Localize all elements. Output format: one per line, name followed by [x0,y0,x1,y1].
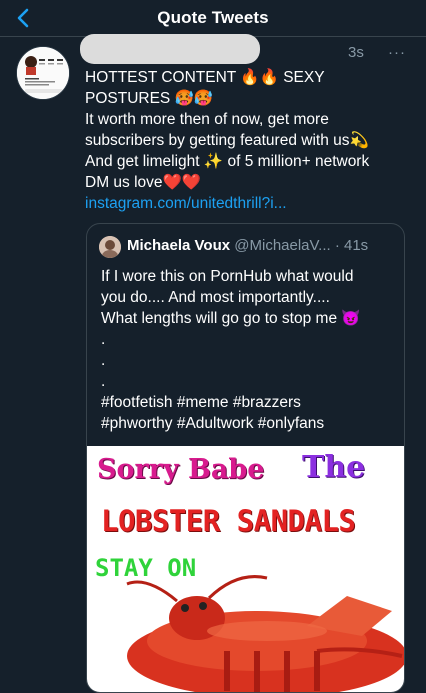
quoted-text-line: . [101,352,106,369]
top-nav-bar: Quote Tweets [0,0,426,37]
media-caption-sorry: Sorry Babe [97,454,265,485]
quoted-author-avatar[interactable] [99,236,121,258]
quoted-text-line: . [101,331,106,348]
quoted-text-line: What lengths will go go to stop me 😈 [101,310,361,327]
quoted-tweet-header: Michaela Voux @MichaelaV... · 41s [127,237,368,254]
quoted-tweet-card[interactable]: Michaela Voux @MichaelaV... · 41s If I w… [86,223,405,693]
avatar-image-icon [99,236,121,258]
quoted-text-line: . [101,373,106,390]
quoted-tweet-media[interactable]: Sorry Babe The LOBSTER SANDALS STAY ON [87,446,404,692]
quoted-text-line: If I wore this on PornHub what would [101,268,354,285]
quoted-tweet-body: If I wore this on PornHub what would you… [101,266,396,434]
author-name-redacted [80,34,260,64]
quoted-author-name[interactable]: Michaela Voux [127,237,230,254]
media-caption-the: The [302,450,366,485]
quoted-tweet-time: · 41s [334,237,369,254]
tweet-text-line: DM us love❤️❤️ [85,174,202,191]
tweet-text-line: And get limelight ✨ of 5 million+ networ… [85,153,370,170]
tweet-text-line: subscribers by getting featured with us💫 [85,132,369,149]
quoted-text-line: #phworthy #Adultwork #onlyfans [101,415,325,432]
quoted-text-line: you do.... And most importantly.... [101,289,330,306]
more-options-icon[interactable]: ··· [388,44,406,61]
media-caption-stay-on: STAY ON [95,554,197,582]
media-caption-lobster: LOBSTER SANDALS [101,504,356,538]
tweet-link[interactable]: instagram.com/unitedthrill?i... [85,193,405,214]
tweet-time: 3s [348,44,364,61]
avatar-image-icon [17,47,69,99]
author-avatar[interactable] [16,46,70,100]
quoted-author-handle[interactable]: @MichaelaV... [234,237,330,254]
tweet-text-line: HOTTEST CONTENT 🔥🔥 SEXY [85,69,325,86]
tweet-text-line: It worth more then of now, get more [85,111,329,128]
page-title: Quote Tweets [157,8,269,27]
quoted-text-line: #footfetish #meme #brazzers [101,394,301,411]
tweet-body: HOTTEST CONTENT 🔥🔥 SEXY POSTURES 🥵🥵 It w… [85,67,405,214]
tweet-text-line: POSTURES 🥵🥵 [85,90,214,107]
